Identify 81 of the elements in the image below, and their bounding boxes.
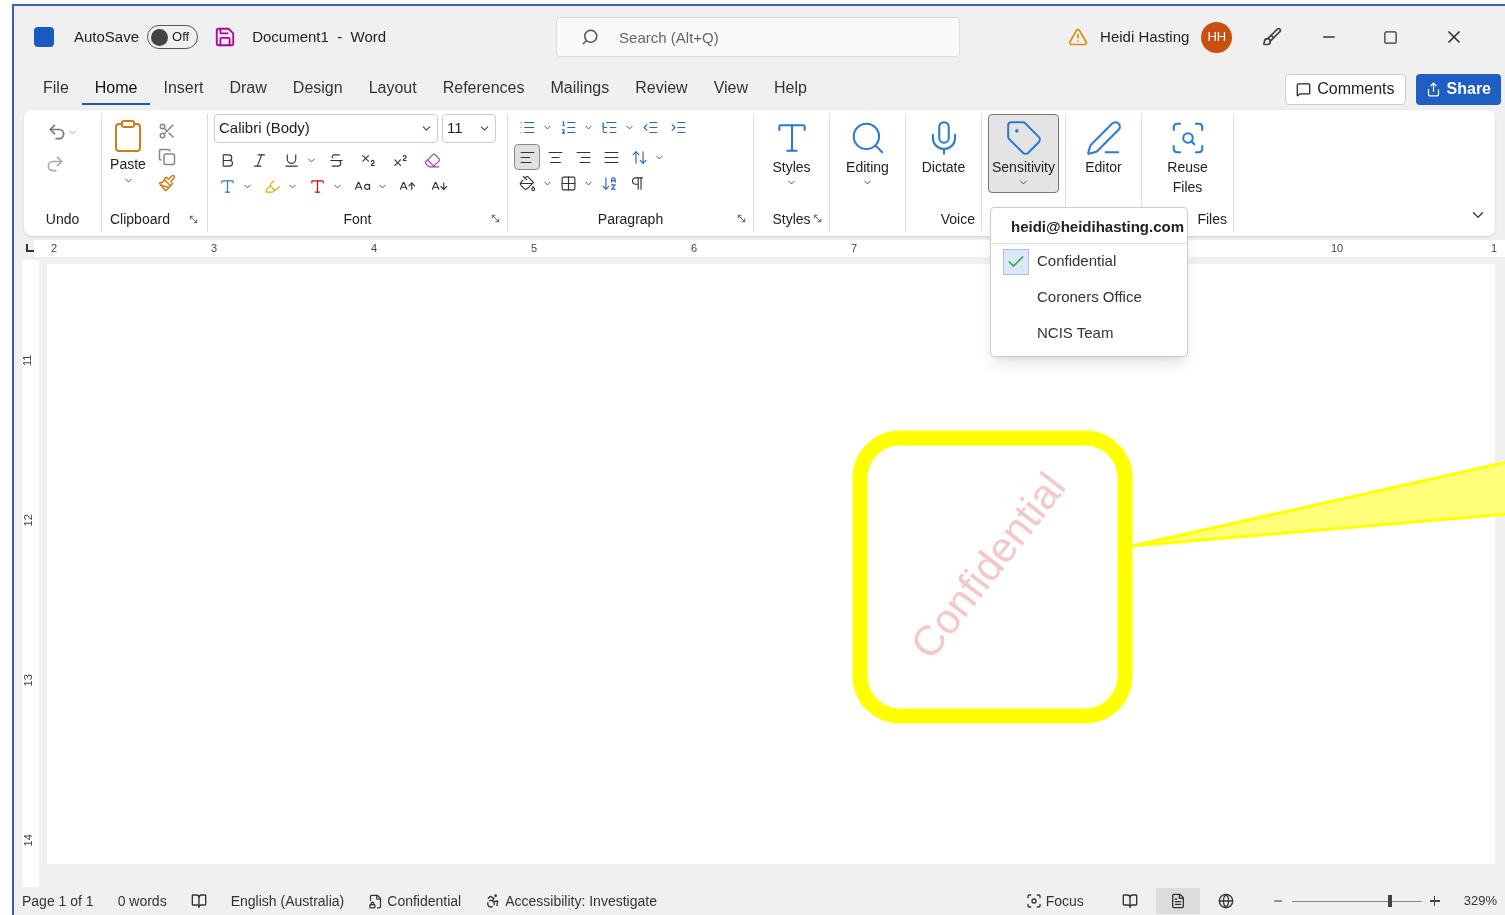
dialog-launcher-icon[interactable]: [812, 213, 823, 224]
align-icon[interactable]: [514, 144, 540, 170]
zoom-thumb[interactable]: [1387, 895, 1392, 907]
ruler-number: 13: [22, 674, 35, 687]
ribbon-tab[interactable]: Layout: [355, 73, 430, 105]
sensitivity-label-item[interactable]: Confidential: [991, 243, 1187, 280]
group-label: Voice: [940, 210, 975, 229]
ruler-number: 3: [211, 241, 218, 254]
user-name: Heidi Hasting: [1100, 26, 1190, 47]
ruler-number: 14: [22, 834, 35, 847]
ribbon-tab[interactable]: View: [700, 73, 762, 105]
focus-icon: [1025, 893, 1042, 909]
group-label: Paragraph: [597, 210, 664, 229]
share-icon: [1425, 81, 1441, 97]
search-field[interactable]: Search (Alt+Q): [556, 17, 961, 57]
ruler-number: 10: [1331, 241, 1344, 254]
ruler-number: 7: [851, 241, 858, 254]
ribbon-tab[interactable]: Insert: [150, 73, 217, 105]
ruler-number: 4: [371, 241, 378, 254]
checkbox[interactable]: [1003, 248, 1029, 275]
ribbon-tab[interactable]: Review: [622, 73, 701, 105]
dialog-launcher-icon[interactable]: [490, 213, 501, 224]
ribbon-tab[interactable]: Help: [761, 73, 820, 105]
ribbon-tab[interactable]: Design: [279, 73, 356, 105]
font-size-dropdown[interactable]: 11: [442, 114, 496, 143]
large-ribbon-button[interactable]: Editing: [836, 114, 899, 193]
ribbon-tab[interactable]: Mailings: [537, 73, 623, 105]
ruler-number: 2: [51, 241, 58, 254]
large-ribbon-button[interactable]: Dictate: [912, 114, 975, 182]
app-logo-icon: [34, 27, 54, 47]
word-count: 0 words: [117, 891, 167, 911]
comment-icon: [1296, 81, 1312, 97]
accessibility-status[interactable]: Accessibility: Investigate: [485, 890, 657, 912]
dialog-launcher-icon[interactable]: [736, 213, 747, 224]
proofing-icon[interactable]: [190, 893, 207, 909]
page-icon[interactable]: [1155, 888, 1200, 914]
document-lock-icon: [368, 893, 384, 909]
language-label: English (Australia): [230, 891, 345, 911]
zoom-slider[interactable]: [1291, 894, 1422, 908]
sensitivity-label-item[interactable]: NCIS Team: [991, 315, 1187, 352]
group-label: Clipboard: [110, 210, 170, 229]
user-avatar[interactable]: HH: [1201, 21, 1233, 53]
paste-button[interactable]: Paste: [110, 154, 146, 175]
ruler-number: 1: [1491, 241, 1498, 254]
search-icon: [581, 28, 600, 46]
group-label: Font: [343, 210, 372, 229]
group-label: Files: [1197, 210, 1227, 229]
font-name-dropdown[interactable]: Calibri (Body): [214, 114, 438, 143]
account-email: heidi@heidihasting.com: [991, 212, 1187, 244]
large-ribbon-button[interactable]: Styles: [760, 114, 823, 193]
comments-button[interactable]: Comments: [1285, 73, 1406, 105]
zoom-in-icon[interactable]: [1429, 896, 1440, 906]
large-ribbon-button[interactable]: Sensitivity: [988, 114, 1059, 193]
document-title: Document1 - Word: [252, 26, 387, 47]
ribbon-tab[interactable]: Home: [81, 73, 151, 105]
ribbon-tab[interactable]: File: [30, 73, 82, 105]
ribbon-tab[interactable]: Draw: [216, 73, 280, 105]
zoom-level: 329%: [1463, 892, 1498, 911]
tag-icon: [1004, 119, 1043, 157]
cut-icon[interactable]: [158, 122, 176, 140]
share-button[interactable]: Share: [1415, 73, 1501, 105]
autosave-label: AutoSave: [74, 26, 140, 47]
dialog-launcher-icon[interactable]: [188, 214, 199, 225]
ruler-number: 6: [691, 241, 698, 254]
ruler-number: 5: [531, 241, 538, 254]
sensitivity-label-item[interactable]: Coroners Office: [991, 279, 1187, 316]
sensitivity-status[interactable]: Confidential: [368, 890, 462, 912]
maximize-icon[interactable]: [1383, 29, 1399, 45]
large-ribbon-button[interactable]: Reuse Files: [1148, 114, 1227, 202]
undo-icon[interactable]: [47, 122, 67, 142]
group-label: Styles: [772, 210, 811, 229]
format-painter-icon[interactable]: [158, 174, 176, 192]
save-icon[interactable]: [214, 26, 237, 48]
ruler-number: 12: [22, 514, 35, 527]
group-label: Undo: [45, 210, 80, 229]
focus-button[interactable]: Focus: [1025, 890, 1084, 912]
large-ribbon-button[interactable]: Editor: [1072, 114, 1135, 182]
copy-icon[interactable]: [158, 148, 176, 166]
ribbon-tab[interactable]: References: [429, 73, 538, 105]
page-count: Page 1 of 1: [22, 891, 94, 911]
ruler-number: 11: [22, 354, 35, 366]
